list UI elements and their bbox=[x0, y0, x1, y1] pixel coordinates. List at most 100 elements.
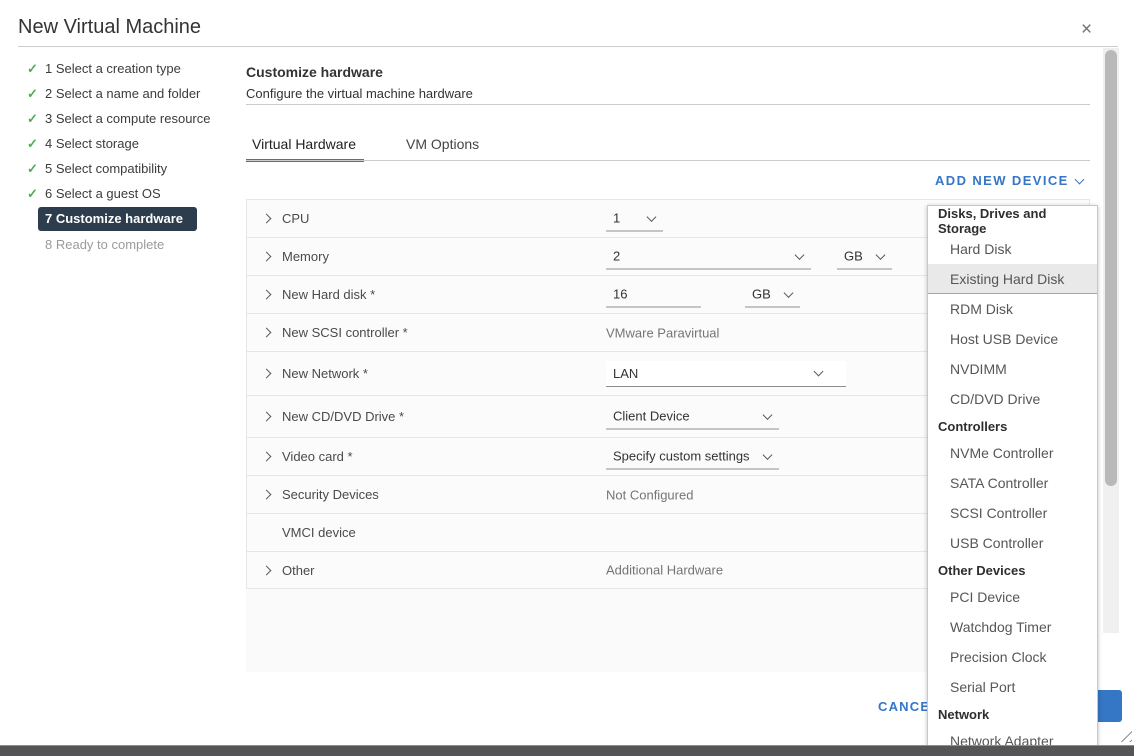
menu-item[interactable]: Host USB Device bbox=[928, 324, 1097, 354]
add-new-device-label: ADD NEW DEVICE bbox=[935, 173, 1069, 188]
close-icon[interactable]: × bbox=[1081, 20, 1092, 39]
chevron-right-icon[interactable] bbox=[262, 565, 272, 575]
tab-bar: Virtual Hardware VM Options bbox=[246, 133, 487, 162]
menu-item[interactable]: Serial Port bbox=[928, 672, 1097, 702]
expander-cell bbox=[263, 291, 282, 298]
device-label: New Hard disk * bbox=[282, 287, 375, 302]
step-item-1[interactable]: ✓1 Select a creation type bbox=[0, 56, 246, 81]
scrollbar-track[interactable] bbox=[1103, 48, 1119, 633]
chevron-down-icon bbox=[763, 410, 773, 420]
device-label: Security Devices bbox=[282, 487, 379, 502]
tab-divider bbox=[246, 160, 1090, 161]
menu-item[interactable]: PCI Device bbox=[928, 582, 1097, 612]
dialog-title: New Virtual Machine bbox=[18, 16, 201, 39]
select-value: 1 bbox=[613, 211, 620, 226]
step-label: 6 Select a guest OS bbox=[45, 186, 161, 201]
chevron-right-icon[interactable] bbox=[262, 214, 272, 224]
menu-item[interactable]: Watchdog Timer bbox=[928, 612, 1097, 642]
device-label: Video card * bbox=[282, 449, 353, 464]
menu-item[interactable]: CD/DVD Drive bbox=[928, 384, 1097, 414]
unit-select[interactable]: GB bbox=[837, 244, 892, 269]
expander-cell bbox=[263, 253, 282, 260]
tab-vm-options[interactable]: VM Options bbox=[400, 133, 487, 162]
step-check-icon: ✓ bbox=[27, 61, 45, 77]
value-select[interactable]: Specify custom settings bbox=[606, 444, 779, 469]
step-label: 3 Select a compute resource bbox=[45, 111, 210, 126]
menu-item[interactable]: Precision Clock bbox=[928, 642, 1097, 672]
menu-group-header: Disks, Drives and Storage bbox=[928, 208, 1097, 234]
value-combobox[interactable]: 2 bbox=[606, 244, 811, 269]
menu-group-header: Other Devices bbox=[928, 558, 1097, 582]
unit-value: GB bbox=[752, 287, 771, 302]
step-label: 7 Customize hardware bbox=[38, 207, 197, 231]
resize-grip-icon[interactable] bbox=[1120, 730, 1132, 742]
device-label: VMCI device bbox=[282, 525, 356, 540]
wizard-steps-sidebar: ✓1 Select a creation type✓2 Select a nam… bbox=[0, 56, 246, 257]
chevron-right-icon[interactable] bbox=[262, 490, 272, 500]
input-value: 16 bbox=[613, 287, 627, 302]
device-label: New CD/DVD Drive * bbox=[282, 409, 404, 424]
expander-cell bbox=[263, 370, 282, 377]
device-label: New Network * bbox=[282, 366, 368, 381]
step-check-icon: ✓ bbox=[27, 161, 45, 177]
chevron-right-icon[interactable] bbox=[262, 328, 272, 338]
menu-item[interactable]: SCSI Controller bbox=[928, 498, 1097, 528]
value-select[interactable]: Client Device bbox=[606, 404, 779, 429]
chevron-down-icon bbox=[795, 250, 805, 260]
expander-cell bbox=[263, 215, 282, 222]
menu-item[interactable]: SATA Controller bbox=[928, 468, 1097, 498]
unit-select[interactable]: GB bbox=[745, 282, 800, 307]
chevron-right-icon[interactable] bbox=[262, 412, 272, 422]
value-select[interactable]: LAN bbox=[606, 361, 846, 387]
chevron-right-icon[interactable] bbox=[262, 290, 272, 300]
header-divider bbox=[246, 104, 1090, 105]
combobox-value: 2 bbox=[613, 249, 620, 264]
page-subtitle: Configure the virtual machine hardware bbox=[246, 86, 473, 101]
add-new-device-button[interactable]: ADD NEW DEVICE bbox=[935, 173, 1083, 188]
chevron-right-icon[interactable] bbox=[262, 369, 272, 379]
expander-cell bbox=[263, 413, 282, 420]
step-item-3[interactable]: ✓3 Select a compute resource bbox=[0, 106, 246, 131]
chevron-down-icon bbox=[647, 212, 657, 222]
menu-item[interactable]: NVMe Controller bbox=[928, 438, 1097, 468]
expander-cell bbox=[263, 329, 282, 336]
expander-cell bbox=[263, 491, 282, 498]
chevron-down-icon bbox=[1074, 174, 1084, 184]
step-check-icon: ✓ bbox=[27, 186, 45, 202]
menu-item[interactable]: RDM Disk bbox=[928, 294, 1097, 324]
step-item-8[interactable]: 8 Ready to complete bbox=[0, 232, 246, 257]
menu-item[interactable]: USB Controller bbox=[928, 528, 1097, 558]
page-title: Customize hardware bbox=[246, 64, 383, 80]
value-select[interactable]: 1 bbox=[606, 206, 663, 231]
step-label: 5 Select compatibility bbox=[45, 161, 167, 176]
step-label: 2 Select a name and folder bbox=[45, 86, 200, 101]
menu-item[interactable]: Hard Disk bbox=[928, 234, 1097, 264]
menu-group-header: Network bbox=[928, 702, 1097, 726]
step-item-7[interactable]: 7 Customize hardware bbox=[0, 206, 246, 232]
expander-cell bbox=[263, 453, 282, 460]
step-item-4[interactable]: ✓4 Select storage bbox=[0, 131, 246, 156]
readonly-value: Not Configured bbox=[606, 487, 693, 502]
scrollbar-thumb[interactable] bbox=[1105, 50, 1117, 486]
readonly-value: VMware Paravirtual bbox=[606, 325, 719, 340]
menu-item[interactable]: Network Adapter bbox=[928, 726, 1097, 746]
title-divider bbox=[18, 46, 1118, 47]
chevron-right-icon[interactable] bbox=[262, 252, 272, 262]
device-label: Memory bbox=[282, 249, 329, 264]
step-check-icon: ✓ bbox=[27, 111, 45, 127]
select-value: LAN bbox=[613, 366, 638, 381]
step-item-2[interactable]: ✓2 Select a name and folder bbox=[0, 81, 246, 106]
step-item-5[interactable]: ✓5 Select compatibility bbox=[0, 156, 246, 181]
window-bottom-edge bbox=[0, 745, 1134, 756]
menu-item[interactable]: NVDIMM bbox=[928, 354, 1097, 384]
tab-virtual-hardware[interactable]: Virtual Hardware bbox=[246, 133, 364, 162]
menu-item[interactable]: Existing Hard Disk bbox=[928, 264, 1097, 294]
chevron-down-icon bbox=[814, 367, 824, 377]
chevron-right-icon[interactable] bbox=[262, 452, 272, 462]
step-item-6[interactable]: ✓6 Select a guest OS bbox=[0, 181, 246, 206]
value-input[interactable]: 16 bbox=[606, 282, 701, 307]
step-check-icon: ✓ bbox=[27, 136, 45, 152]
step-check-icon: ✓ bbox=[27, 86, 45, 102]
add-device-menu: Disks, Drives and StorageHard DiskExisti… bbox=[927, 205, 1098, 746]
chevron-down-icon bbox=[876, 250, 886, 260]
